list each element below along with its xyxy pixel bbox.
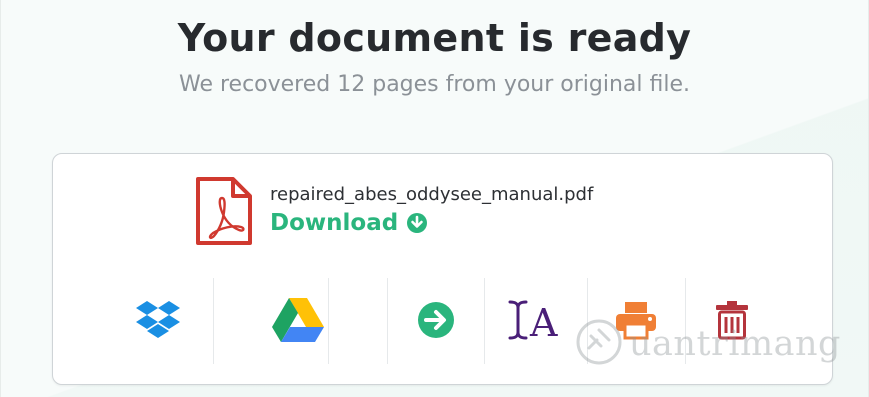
google-drive-icon	[271, 297, 324, 347]
dropbox-icon	[136, 300, 180, 344]
file-name: repaired_abes_oddysee_manual.pdf	[270, 184, 594, 205]
dropbox-button[interactable]	[117, 272, 199, 372]
next-button[interactable]	[387, 272, 484, 372]
arrow-down-circle-icon	[406, 212, 428, 234]
watermark-text: uantrimang	[629, 324, 841, 364]
google-drive-button[interactable]	[225, 272, 370, 372]
action-separator	[213, 278, 214, 364]
action-separator	[328, 278, 329, 364]
ocr-button[interactable]: A	[484, 272, 587, 372]
ocr-text-icon: A	[506, 298, 566, 346]
page-title: Your document is ready	[177, 16, 692, 60]
download-label: Download	[270, 210, 399, 236]
page-subtitle: We recovered 12 pages from your original…	[178, 72, 691, 97]
watermark: uantrimang	[575, 318, 841, 370]
arrow-right-circle-icon	[417, 301, 455, 343]
svg-text:A: A	[529, 301, 558, 342]
pdf-file-icon	[195, 176, 253, 246]
download-link[interactable]: Download	[270, 210, 428, 236]
watermark-logo-icon	[575, 318, 623, 370]
